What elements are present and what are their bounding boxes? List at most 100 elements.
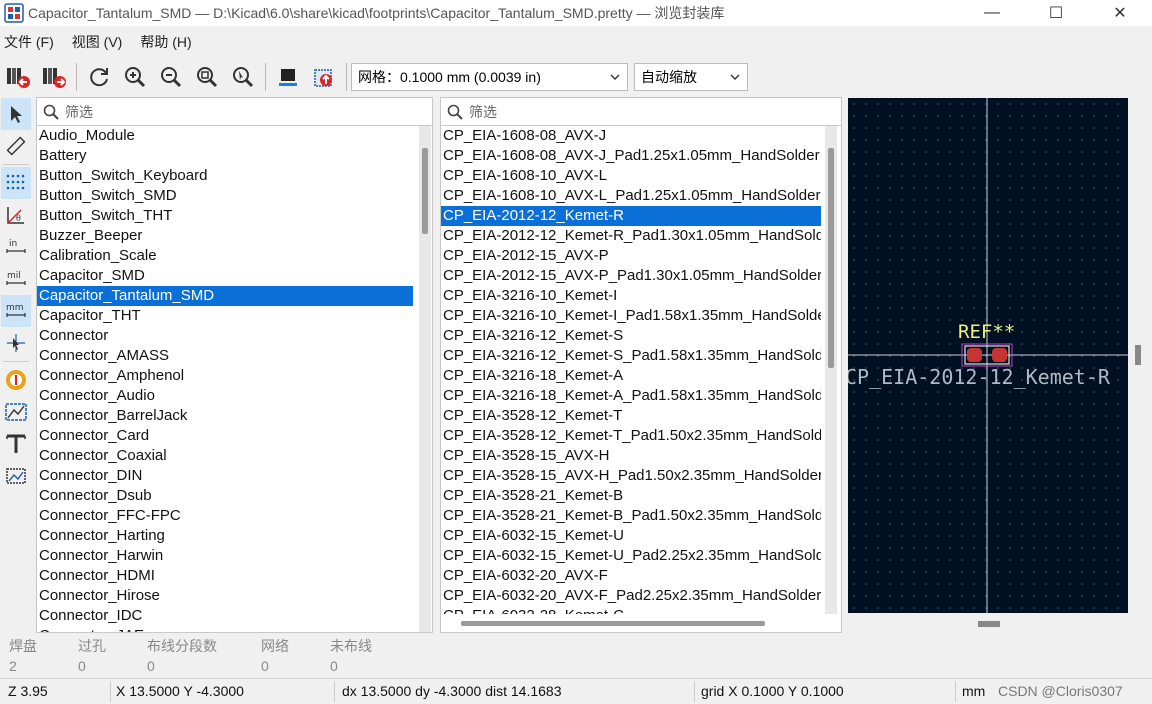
units-mm-button[interactable]: mm — [1, 295, 31, 327]
units-mils-button[interactable]: mil — [1, 263, 31, 295]
watermark-text: CSDN @Cloris0307 — [998, 683, 1123, 699]
menu-view[interactable]: 视图 (V) — [72, 32, 123, 52]
show-pad-numbers-button[interactable] — [1, 364, 31, 396]
text-outline-button[interactable] — [1, 428, 31, 460]
library-list-item[interactable]: Connector_Harting — [37, 526, 413, 546]
footprint-scrollbar[interactable] — [825, 126, 837, 614]
footprint-list-item[interactable]: CP_EIA-3528-12_Kemet-T — [441, 406, 821, 426]
library-list-item[interactable]: Connector_AMASS — [37, 346, 413, 366]
library-list-item[interactable]: Connector_Harwin — [37, 546, 413, 566]
cursor-style-button[interactable] — [1, 327, 31, 359]
footprint-list-item[interactable]: CP_EIA-3528-15_AVX-H — [441, 446, 821, 466]
footprint-hscroll-thumb[interactable] — [461, 621, 765, 626]
pad-outline-button[interactable] — [1, 396, 31, 428]
footprint-list-item[interactable]: CP_EIA-6032-20_AVX-F — [441, 566, 821, 586]
footprint-list-item[interactable]: CP_EIA-1608-10_AVX-L_Pad1.25x1.05mm_Hand… — [441, 186, 821, 206]
footprint-list-item[interactable]: CP_EIA-6032-28_Kemet-C — [441, 606, 821, 614]
footprint-list-item[interactable]: CP_EIA-3528-12_Kemet-T_Pad1.50x2.35mm_Ha… — [441, 426, 821, 446]
select-tool-button[interactable] — [1, 98, 31, 130]
library-list-item[interactable]: Button_Switch_Keyboard — [37, 166, 413, 186]
mils-icon: mil — [6, 271, 26, 285]
footprint-list-item[interactable]: CP_EIA-3216-10_Kemet-I — [441, 286, 821, 306]
library-list-item[interactable]: Capacitor_THT — [37, 306, 413, 326]
toggle-grid-button[interactable] — [1, 167, 31, 199]
zoom-select[interactable]: 自动缩放 — [634, 63, 748, 91]
footprint-list-item[interactable]: CP_EIA-3528-21_Kemet-B_Pad1.50x2.35mm_Ha… — [441, 506, 821, 526]
zoom-to-objects-button[interactable] — [225, 60, 261, 94]
library-list-item[interactable]: Button_Switch_SMD — [37, 186, 413, 206]
library-scrollbar[interactable] — [419, 126, 431, 632]
library-filter[interactable]: 筛选 — [37, 98, 432, 126]
canvas-hscroll-thumb[interactable] — [978, 621, 1000, 627]
graphic-outline-button[interactable] — [1, 460, 31, 492]
footprint-stats: 焊盘 2 过孔 0 布线分段数 0 网络 0 未布线 0 — [0, 636, 1152, 676]
next-library-button[interactable] — [36, 60, 72, 94]
footprint-list-item[interactable]: CP_EIA-1608-10_AVX-L — [441, 166, 821, 186]
footprint-list-item[interactable]: CP_EIA-1608-08_AVX-J_Pad1.25x1.05mm_Hand… — [441, 146, 821, 166]
library-list-item[interactable]: Calibration_Scale — [37, 246, 413, 266]
footprint-list-item[interactable]: CP_EIA-2012-15_AVX-P — [441, 246, 821, 266]
menu-help[interactable]: 帮助 (H) — [140, 32, 191, 52]
footprint-list-item[interactable]: CP_EIA-1608-08_AVX-J — [441, 126, 821, 146]
svg-text:mm: mm — [6, 303, 24, 313]
show-3d-button[interactable] — [270, 60, 306, 94]
footprint-list-item[interactable]: CP_EIA-6032-20_AVX-F_Pad2.25x2.35mm_Hand… — [441, 586, 821, 606]
library-list-item[interactable]: Connector_Audio — [37, 386, 413, 406]
stat-label: 布线分段数 — [147, 638, 217, 654]
library-list-item[interactable]: Connector_JAE — [37, 626, 413, 632]
library-list-item[interactable]: Connector_DIN — [37, 466, 413, 486]
library-list-item[interactable]: Buzzer_Beeper — [37, 226, 413, 246]
polar-coords-button[interactable]: θ — [1, 199, 31, 231]
footprint-preview-canvas[interactable]: REF** CP_EIA-2012-12_Kemet-R — [848, 98, 1128, 613]
svg-text:mil: mil — [7, 271, 21, 281]
footprint-list-item[interactable]: CP_EIA-3216-18_Kemet-A — [441, 366, 821, 386]
library-list-item[interactable]: Connector_FFC-FPC — [37, 506, 413, 526]
zoom-in-button[interactable] — [117, 60, 153, 94]
close-button[interactable]: ✕ — [1088, 0, 1152, 26]
footprint-list-item[interactable]: CP_EIA-3216-10_Kemet-I_Pad1.58x1.35mm_Ha… — [441, 306, 821, 326]
grid-select[interactable]: 网格：0.1000 mm (0.0039 in) — [351, 63, 628, 91]
library-list-item[interactable]: Connector_HDMI — [37, 566, 413, 586]
library-list-item[interactable]: Connector_BarrelJack — [37, 406, 413, 426]
measure-tool-button[interactable] — [1, 130, 31, 162]
library-list-item[interactable]: Capacitor_Tantalum_SMD — [37, 286, 413, 306]
library-list-item[interactable]: Audio_Module — [37, 126, 413, 146]
footprint-list-item[interactable]: CP_EIA-2012-12_Kemet-R — [441, 206, 821, 226]
library-list-item[interactable]: Battery — [37, 146, 413, 166]
footprint-list-item[interactable]: CP_EIA-2012-15_AVX-P_Pad1.30x1.05mm_Hand… — [441, 266, 821, 286]
zoom-out-button[interactable] — [153, 60, 189, 94]
maximize-button[interactable]: ☐ — [1024, 0, 1088, 26]
library-list-item[interactable]: Connector_Amphenol — [37, 366, 413, 386]
footprint-list-item[interactable]: CP_EIA-2012-12_Kemet-R_Pad1.30x1.05mm_Ha… — [441, 226, 821, 246]
library-list-item[interactable]: Connector — [37, 326, 413, 346]
library-list-item[interactable]: Capacitor_SMD — [37, 266, 413, 286]
footprint-list-item[interactable]: CP_EIA-6032-15_Kemet-U — [441, 526, 821, 546]
footprint-list-item[interactable]: CP_EIA-3216-12_Kemet-S_Pad1.58x1.35mm_Ha… — [441, 346, 821, 366]
library-list-item[interactable]: Connector_IDC — [37, 606, 413, 626]
main-toolbar: 网格：0.1000 mm (0.0039 in) 自动缩放 — [0, 58, 1152, 96]
footprint-list-item[interactable]: CP_EIA-3528-21_Kemet-B — [441, 486, 821, 506]
footprint-list-item[interactable]: CP_EIA-3216-18_Kemet-A_Pad1.58x1.35mm_Ha… — [441, 386, 821, 406]
svg-text:in: in — [9, 239, 17, 249]
footprint-list-item[interactable]: CP_EIA-3216-12_Kemet-S — [441, 326, 821, 346]
insert-footprint-button[interactable] — [306, 60, 342, 94]
minimize-button[interactable]: — — [960, 0, 1024, 26]
footprint-list-item[interactable]: CP_EIA-6032-15_Kemet-U_Pad2.25x2.35mm_Ha… — [441, 546, 821, 566]
library-scroll-thumb[interactable] — [422, 148, 428, 234]
library-list-item[interactable]: Button_Switch_THT — [37, 206, 413, 226]
menu-file[interactable]: 文件 (F) — [4, 32, 54, 52]
units-inches-button[interactable]: in — [1, 231, 31, 263]
library-list-item[interactable]: Connector_Card — [37, 426, 413, 446]
zoom-fit-icon — [197, 67, 218, 88]
previous-library-button[interactable] — [0, 60, 36, 94]
library-list: Audio_Module Battery Button_Switch_Keyboar… — [37, 126, 413, 632]
library-list-item[interactable]: Connector_Coaxial — [37, 446, 413, 466]
library-list-item[interactable]: Connector_Hirose — [37, 586, 413, 606]
footprint-filter[interactable]: 筛选 — [441, 98, 841, 126]
zoom-fit-button[interactable] — [189, 60, 225, 94]
canvas-vscroll-thumb[interactable] — [1135, 345, 1141, 365]
footprint-list-item[interactable]: CP_EIA-3528-15_AVX-H_Pad1.50x2.35mm_Hand… — [441, 466, 821, 486]
refresh-button[interactable] — [81, 60, 117, 94]
footprint-scroll-thumb[interactable] — [828, 148, 834, 368]
library-list-item[interactable]: Connector_Dsub — [37, 486, 413, 506]
